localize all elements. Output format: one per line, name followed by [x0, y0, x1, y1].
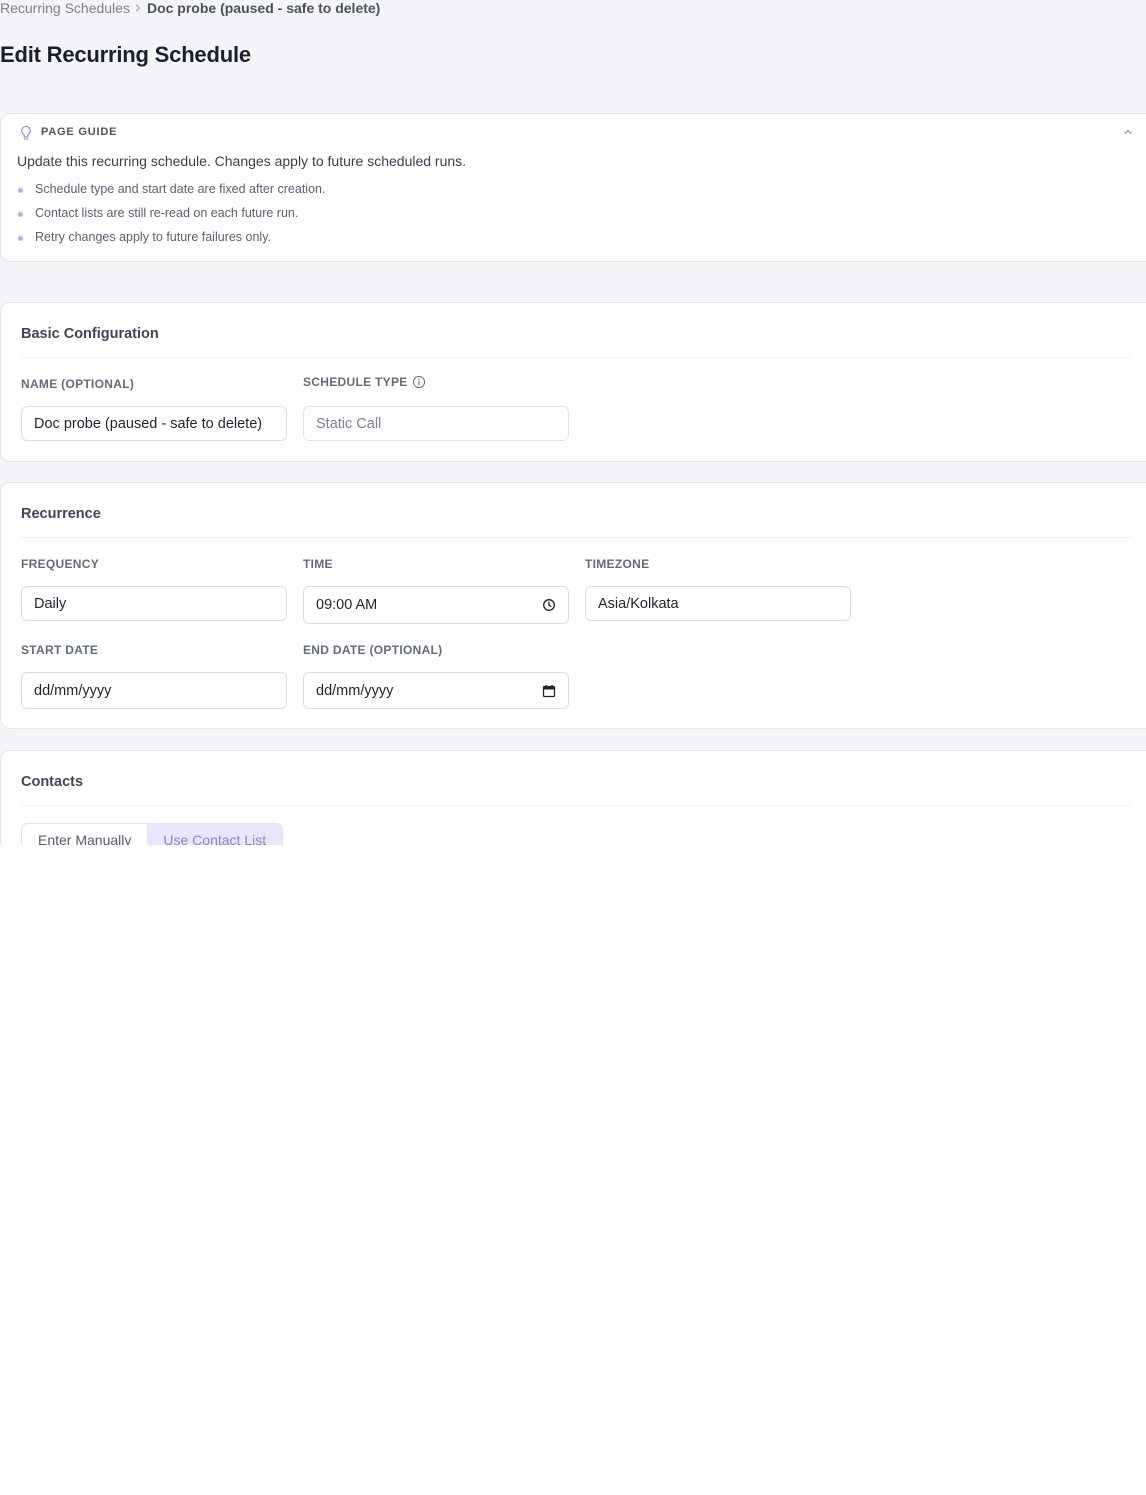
- page-title: Edit Recurring Schedule: [0, 42, 251, 67]
- start-date-label-text: START DATE: [21, 643, 99, 657]
- timezone-select[interactable]: Asia/Kolkata: [585, 586, 851, 621]
- frequency-label-text: FREQUENCY: [21, 557, 100, 571]
- timezone-value: Asia/Kolkata: [598, 595, 679, 612]
- name-input[interactable]: Doc probe (paused - safe to delete): [21, 406, 287, 441]
- section-divider: [21, 537, 1131, 538]
- tab-enter-manually[interactable]: Enter Manually: [22, 824, 148, 845]
- timezone-label: TIMEZONE: [585, 557, 649, 571]
- schedule-type-field: Static Call: [303, 406, 569, 441]
- bullet-dot: [18, 188, 23, 193]
- page-guide-panel: PAGE GUIDE Update this recurring schedul…: [0, 113, 1146, 262]
- recurrence-card: Recurrence FREQUENCY Daily TIME 09:00 AM…: [0, 482, 1146, 729]
- start-date-label: START DATE: [21, 643, 98, 657]
- name-label: NAME (OPTIONAL): [21, 377, 134, 391]
- info-icon[interactable]: [412, 375, 426, 389]
- frequency-label: FREQUENCY: [21, 557, 99, 571]
- section-title-contacts: Contacts: [21, 774, 84, 790]
- time-label-text: TIME: [303, 557, 333, 571]
- breadcrumb-link-recurring-schedules[interactable]: Recurring Schedules: [0, 0, 130, 16]
- start-date-value: dd/mm/yyyy: [34, 682, 112, 699]
- frequency-value: Daily: [34, 595, 67, 612]
- section-title-basic: Basic Configuration: [21, 326, 159, 342]
- guide-item-text: Contact lists are still re-read on each …: [35, 206, 299, 220]
- name-label-text: NAME (OPTIONAL): [21, 377, 135, 391]
- section-title-recurrence: Recurrence: [21, 506, 101, 522]
- tab-use-contact-list[interactable]: Use Contact List: [147, 824, 283, 845]
- lightbulb-icon: [19, 125, 33, 141]
- chevron-right-icon: [131, 1, 145, 15]
- bullet-dot: [18, 212, 23, 217]
- guide-item-text: Schedule type and start date are fixed a…: [35, 182, 326, 196]
- section-divider: [21, 805, 1131, 806]
- bullet-dot: [18, 236, 23, 241]
- breadcrumb: Recurring Schedules Doc probe (paused - …: [0, 0, 380, 16]
- contacts-card: Contacts Enter Manually Use Contact List: [0, 750, 1146, 845]
- end-date-input[interactable]: dd/mm/yyyy: [303, 672, 569, 709]
- app-viewport: Recurring Schedules Doc probe (paused - …: [0, 0, 1146, 845]
- schedule-type-label-text: SCHEDULE TYPE: [303, 375, 408, 389]
- time-input[interactable]: 09:00 AM: [303, 586, 569, 624]
- page-guide-description: Update this recurring schedule. Changes …: [17, 153, 467, 169]
- schedule-type-label: SCHEDULE TYPE: [303, 375, 426, 389]
- timezone-label-text: TIMEZONE: [585, 557, 650, 571]
- clock-icon[interactable]: [542, 598, 556, 612]
- end-date-label: END DATE (OPTIONAL): [303, 643, 442, 657]
- calendar-icon[interactable]: [542, 684, 556, 698]
- name-input-value: Doc probe (paused - safe to delete): [34, 415, 263, 432]
- frequency-select[interactable]: Daily: [21, 586, 287, 621]
- section-divider: [21, 357, 1131, 358]
- end-date-value: dd/mm/yyyy: [316, 682, 394, 699]
- contact-mode-toggle: Enter Manually Use Contact List: [21, 823, 284, 845]
- chevron-up-icon[interactable]: [1121, 125, 1135, 139]
- page-guide-list: Schedule type and start date are fixed a…: [17, 182, 325, 254]
- guide-item-text: Retry changes apply to future failures o…: [35, 230, 272, 244]
- schedule-type-value: Static Call: [316, 415, 382, 432]
- basic-configuration-card: Basic Configuration NAME (OPTIONAL) Doc …: [0, 302, 1146, 462]
- list-item: Contact lists are still re-read on each …: [17, 206, 325, 230]
- start-date-input[interactable]: dd/mm/yyyy: [21, 672, 287, 709]
- list-item: Retry changes apply to future failures o…: [17, 230, 325, 254]
- time-value: 09:00 AM: [316, 597, 378, 613]
- breadcrumb-current: Doc probe (paused - safe to delete): [146, 0, 381, 16]
- list-item: Schedule type and start date are fixed a…: [17, 182, 325, 206]
- time-label: TIME: [303, 557, 333, 571]
- end-date-label-text: END DATE (OPTIONAL): [303, 643, 443, 657]
- page-guide-title: PAGE GUIDE: [41, 126, 118, 138]
